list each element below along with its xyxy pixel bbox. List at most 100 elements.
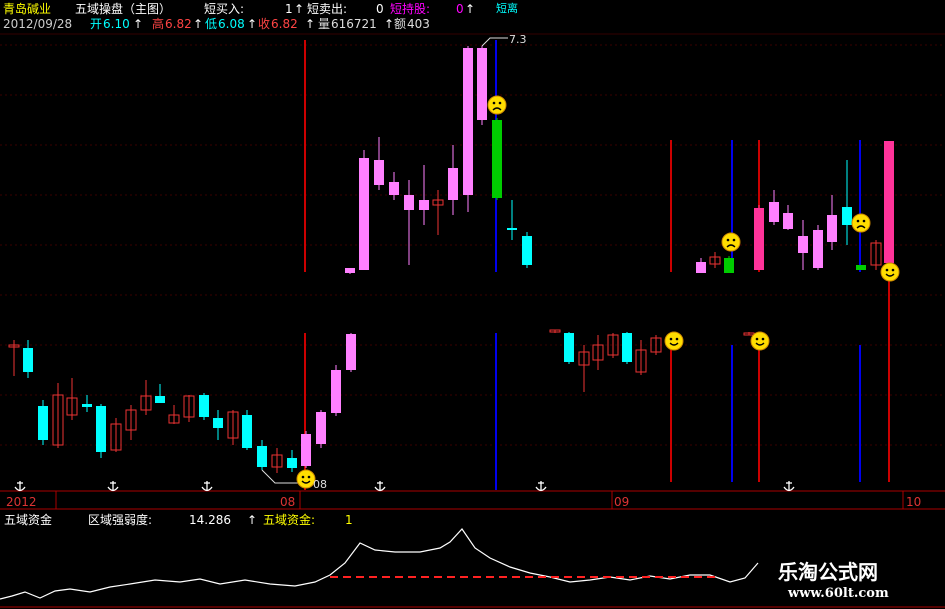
candle-body [724, 258, 734, 273]
high-label: 高 [152, 17, 165, 31]
candle-body [842, 207, 852, 225]
candle-body [345, 268, 355, 273]
candle-body [769, 202, 779, 222]
candle-body [492, 120, 502, 198]
close-value: 6.82 [271, 17, 298, 31]
volume-label: 量 [318, 17, 331, 31]
sad-face-icon-eye [726, 238, 730, 242]
candle-body [522, 236, 532, 265]
stock-name: 青岛碱业 [3, 2, 52, 16]
low-arrow: ↑ [247, 17, 258, 31]
candle-body [331, 370, 341, 413]
candle-body [564, 333, 574, 362]
candle-body [827, 215, 837, 242]
anchor-icon [201, 481, 213, 492]
candle-body [783, 213, 793, 229]
sad-face-icon-eye [856, 219, 860, 223]
candle-body [38, 406, 48, 440]
short-sell-label: 短卖出: [307, 2, 348, 16]
candle-body [96, 406, 106, 452]
indicator-name: 五域操盘（主图） [75, 2, 172, 16]
quote-date: 2012/09/28 [3, 17, 73, 31]
fund-line [0, 528, 759, 600]
short-buy-value: 1 [285, 2, 293, 16]
amount-label: 额 [394, 17, 407, 31]
sad-face-icon-bg [851, 213, 871, 233]
candle-body [242, 415, 252, 448]
low-value: 6.08 [218, 17, 245, 31]
smiley-face-icon-eye [669, 337, 673, 341]
sad-face-icon [721, 232, 741, 252]
candle-body [856, 265, 866, 270]
sad-face-icon-eye [498, 101, 502, 105]
anchor-icon [374, 481, 386, 492]
short-extra-label: 短离 [496, 2, 518, 15]
close-arrow: ↑ [305, 17, 316, 31]
candle-body [82, 404, 92, 407]
candle-body [257, 446, 267, 467]
candle-body [448, 168, 458, 200]
candle-body [404, 195, 414, 210]
smiley-face-icon-eye [885, 268, 889, 272]
candle-body [374, 160, 384, 185]
strength-value: 14.286 [189, 513, 231, 527]
anchor-icon [107, 481, 119, 492]
anchor-icon [535, 481, 547, 492]
anchor-icon [14, 481, 26, 492]
candle-body [316, 412, 326, 444]
smiley-face-icon-eye [675, 337, 679, 341]
smiley-face-icon-eye [307, 475, 311, 479]
short-hold-label: 短持股: [390, 2, 431, 16]
smiley-face-icon [664, 331, 684, 351]
candle-body [213, 418, 223, 428]
sad-face-icon-eye [732, 238, 736, 242]
fund-label: 五域资金: [263, 513, 316, 527]
close-label: 收 [258, 17, 271, 31]
smiley-face-icon [880, 262, 900, 282]
candle-body [477, 48, 487, 120]
high-arrow: ↑ [193, 17, 204, 31]
sad-face-icon [487, 95, 507, 115]
sad-face-icon [851, 213, 871, 233]
sad-face-icon-eye [862, 219, 866, 223]
smiley-face-icon-eye [755, 337, 759, 341]
short-buy-label: 短买入: [204, 2, 245, 16]
candle-body [622, 333, 632, 362]
smiley-face-icon [750, 331, 770, 351]
smiley-face-icon-bg [664, 331, 684, 351]
candle-body [155, 396, 165, 403]
candle-body [199, 395, 209, 417]
short-hold-arrow: ↑ [465, 2, 476, 16]
candle-body [287, 458, 297, 468]
watermark-title: 乐淘公式网 [778, 560, 878, 584]
strength-arrow: ↑ [247, 513, 258, 527]
short-buy-arrow: ↑ [294, 2, 305, 16]
smiley-face-icon-eye [891, 268, 895, 272]
open-value: 6.10 [103, 17, 130, 31]
timeline-label-08: 08 [280, 495, 296, 509]
smiley-face-icon-eye [301, 475, 305, 479]
candle-body [23, 348, 33, 372]
volume-value: 616721 [331, 17, 377, 31]
open-arrow: ↑ [133, 17, 144, 31]
anchor-icon [783, 481, 795, 492]
amount-value: 403 [407, 17, 430, 31]
short-hold-value: 0 [456, 2, 464, 16]
candle-body [301, 434, 311, 466]
timeline-label-09: 09 [614, 495, 630, 509]
low-price-marker: 08 [313, 478, 327, 491]
candle-body [507, 228, 517, 230]
watermark-url: www.60lt.com [788, 586, 889, 601]
candle-body [754, 208, 764, 270]
candle-body [463, 48, 473, 195]
candle-body [419, 200, 429, 210]
sub-panel-title: 五域资金 [4, 513, 53, 527]
timeline-label-10: 10 [906, 495, 922, 509]
sad-face-icon-bg [487, 95, 507, 115]
open-label: 开 [90, 17, 103, 31]
sad-face-icon-eye [492, 101, 496, 105]
candle-body [696, 262, 706, 273]
smiley-face-icon-bg [750, 331, 770, 351]
smiley-face-icon-bg [880, 262, 900, 282]
timeline-label-2012: 2012 [6, 495, 37, 509]
